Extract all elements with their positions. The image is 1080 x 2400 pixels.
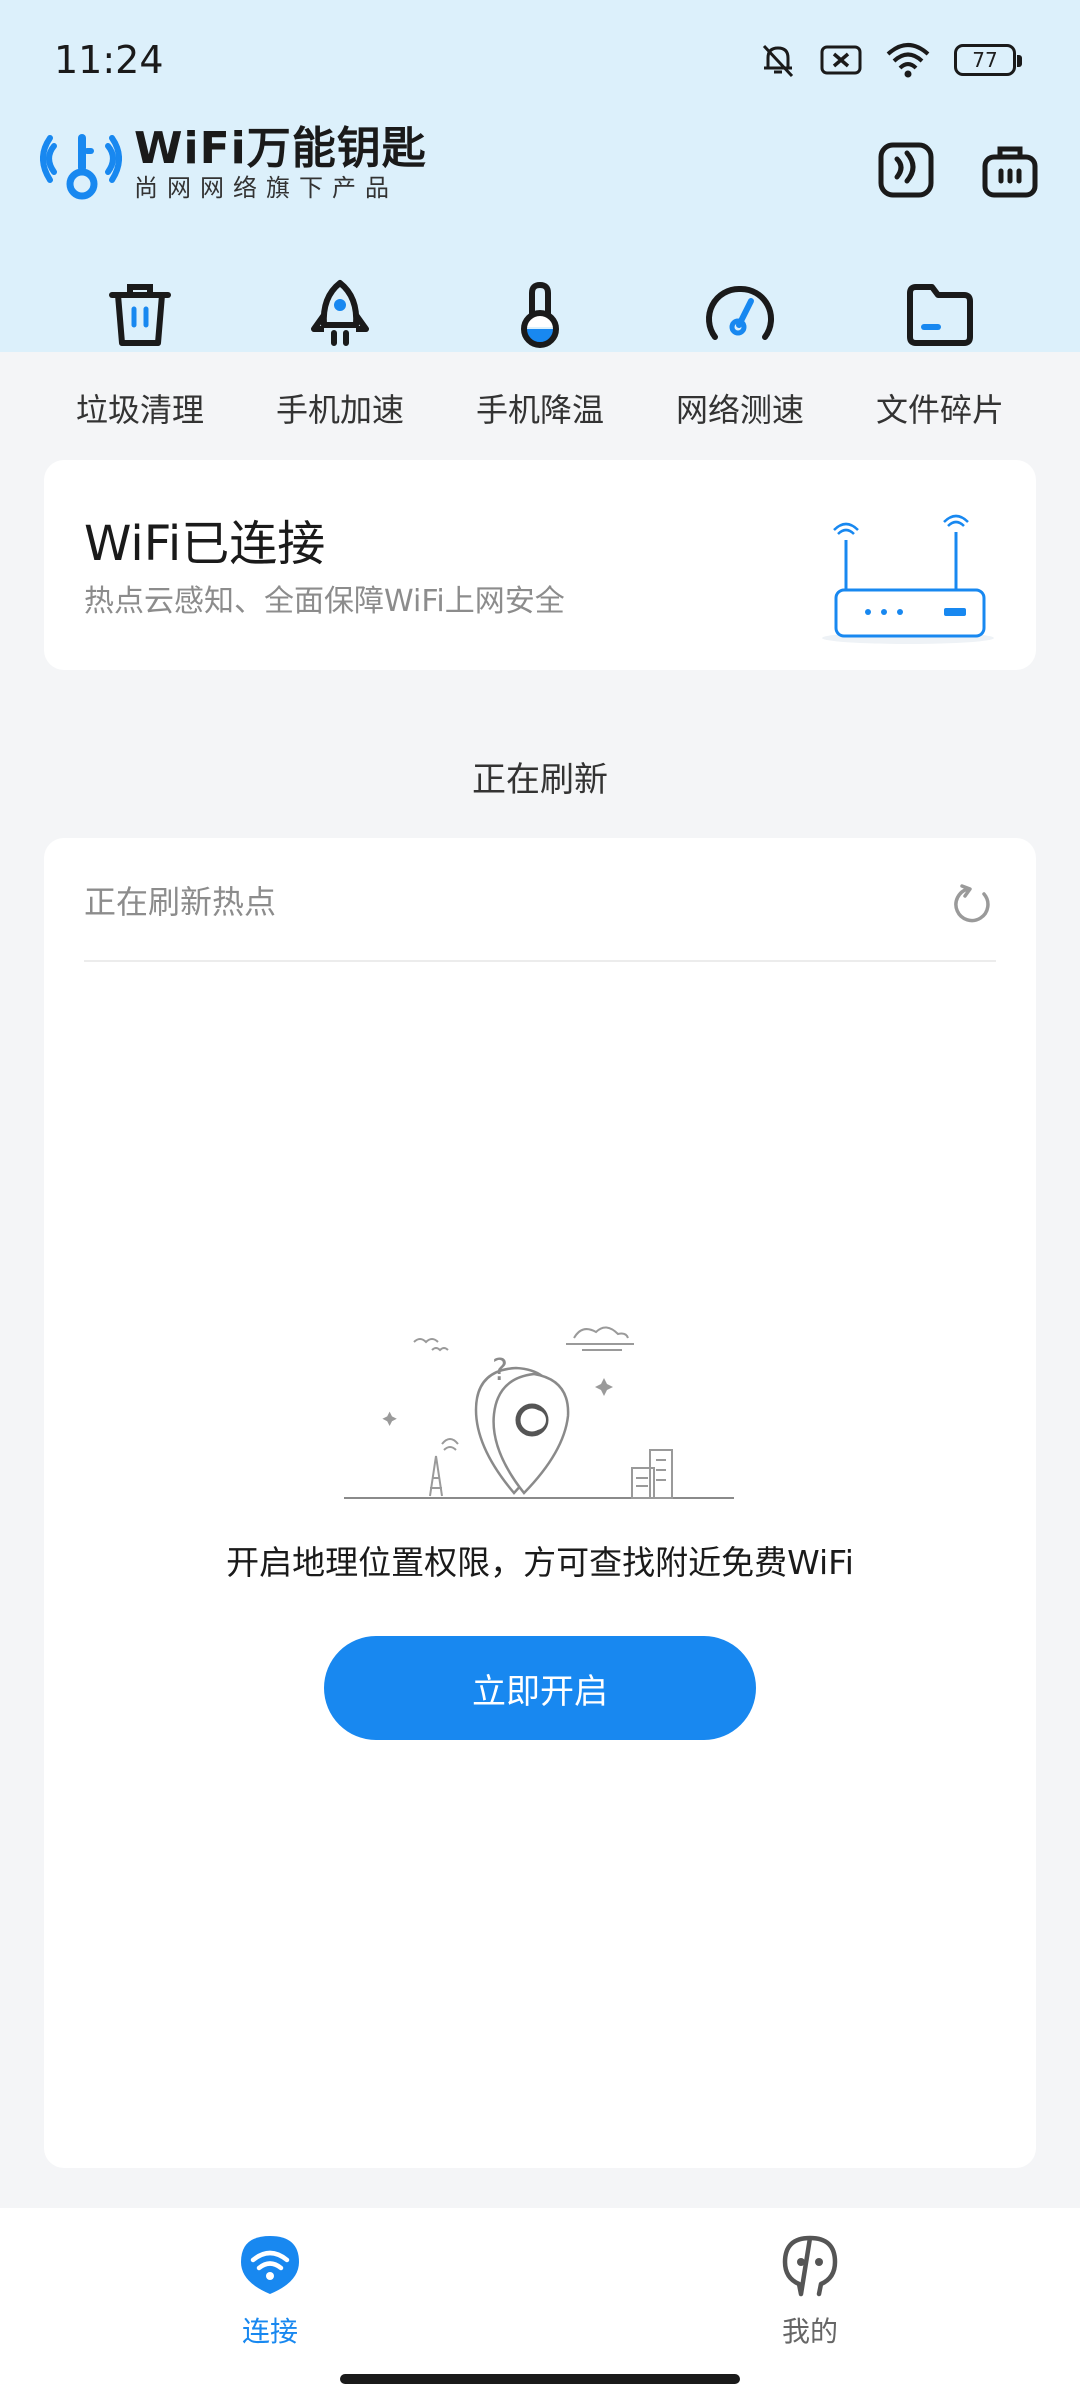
wifi-status-subtitle: 热点云感知、全面保障WiFi上网安全 [84, 584, 565, 619]
tool-file-fragments[interactable]: 文件碎片 [840, 275, 1040, 431]
refresh-row[interactable]: 正在刷新热点 [84, 872, 996, 962]
svg-text:?: ? [492, 1353, 508, 1388]
refresh-row-label: 正在刷新热点 [84, 883, 277, 921]
tool-label: 手机降温 [475, 391, 604, 429]
tool-label: 垃圾清理 [75, 391, 204, 429]
status-bar: 11:24 77 [0, 0, 1080, 120]
wifi-tab-icon [241, 2236, 299, 2294]
tool-phone-boost[interactable]: 手机加速 [240, 275, 440, 431]
bell-muted-icon [762, 44, 794, 78]
location-permission-message: 开启地理位置权限，方可查找附近免费WiFi [226, 1543, 854, 1582]
tool-phone-cool[interactable]: 手机降温 [440, 275, 640, 431]
no-sim-icon [820, 45, 862, 75]
home-indicator[interactable] [340, 2374, 740, 2384]
header-actions [876, 140, 1040, 200]
tool-label: 手机加速 [275, 391, 404, 429]
tools-row: 垃圾清理 手机加速 手机降温 网络测速 文件碎片 [40, 275, 1040, 431]
tab-connect[interactable]: 连接 [170, 2230, 370, 2350]
status-icons: 77 [758, 40, 1022, 80]
battery-indicator: 77 [954, 44, 1022, 76]
thermometer-icon [521, 281, 559, 348]
toolbox-icon [982, 146, 1038, 198]
app-logo: WiFi万能钥匙 尚网网络旗下产品 [40, 124, 427, 204]
wifi-signal-icon [886, 43, 930, 78]
app-subtitle: 尚网网络旗下产品 [134, 174, 398, 202]
tool-trash-clean[interactable]: 垃圾清理 [40, 275, 240, 431]
profile-tab-icon [782, 2235, 838, 2297]
trash-icon [109, 284, 171, 346]
toolbox-button[interactable] [980, 140, 1040, 200]
status-time: 11:24 [54, 38, 164, 82]
tab-mine[interactable]: 我的 [710, 2230, 910, 2350]
wifi-status-title: WiFi已连接 [84, 516, 326, 572]
hotspot-list-card: 正在刷新热点 ? 开启地理位置权限，方可查找附近免费WiFi 立即开启 [44, 838, 1036, 2168]
folder-icon [907, 284, 973, 346]
bottom-nav: 连接 我的 [0, 2208, 1080, 2400]
tool-label: 文件碎片 [875, 391, 1004, 429]
refresh-icon[interactable] [948, 880, 996, 928]
scan-icon [878, 142, 934, 198]
tab-connect-label: 连接 [241, 2315, 298, 2348]
refresh-heading: 正在刷新 [472, 760, 608, 800]
speedometer-icon [706, 285, 774, 340]
tool-label: 网络测速 [675, 391, 804, 429]
location-pin-illustration: ? [344, 1326, 734, 1499]
rocket-icon [311, 280, 369, 346]
wifi-key-logo-icon [40, 134, 122, 200]
enable-location-button[interactable]: 立即开启 [324, 1636, 756, 1740]
battery-level: 77 [972, 48, 998, 72]
router-illustration [822, 514, 994, 644]
app-name: WiFi万能钥匙 [134, 123, 427, 174]
tool-speed-test[interactable]: 网络测速 [640, 275, 840, 431]
wifi-status-card[interactable]: WiFi已连接 热点云感知、全面保障WiFi上网安全 [44, 460, 1036, 670]
scan-button[interactable] [876, 140, 936, 200]
tab-mine-label: 我的 [781, 2315, 838, 2348]
